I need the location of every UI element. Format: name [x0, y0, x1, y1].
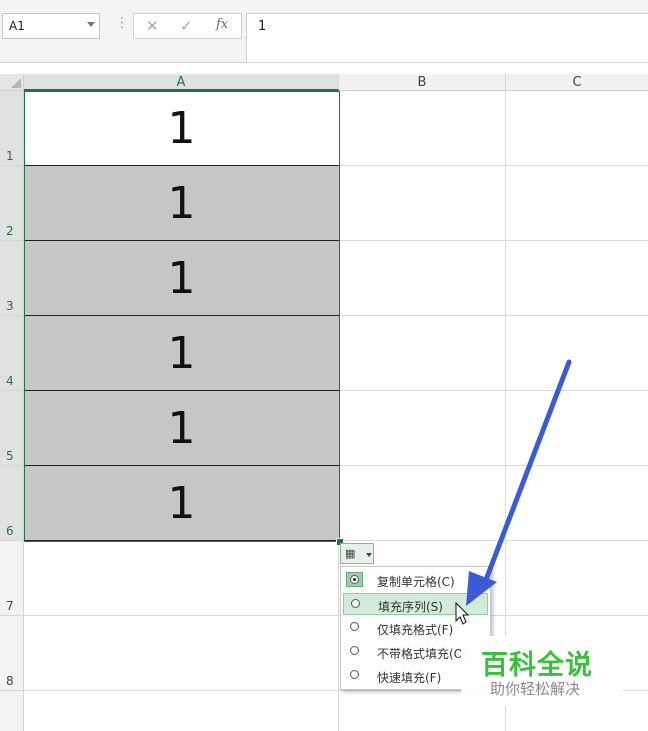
- chevron-down-icon: [366, 553, 372, 557]
- select-all-button[interactable]: [0, 74, 24, 91]
- cell-c5[interactable]: [506, 391, 648, 466]
- cell-a9[interactable]: [24, 691, 339, 731]
- radio-selected-box: [346, 572, 363, 587]
- row-header-3[interactable]: 3: [0, 241, 24, 316]
- cell-b1[interactable]: [339, 91, 506, 166]
- cell-a6[interactable]: 1: [24, 466, 339, 541]
- menu-item-label: 复制单元格(C): [377, 575, 455, 589]
- cell-b6[interactable]: [339, 466, 506, 541]
- row-header-7[interactable]: 7: [0, 541, 24, 616]
- radio-icon: [350, 622, 359, 631]
- row-header-8[interactable]: 8: [0, 616, 24, 691]
- auto-fill-icon: ▦: [345, 547, 356, 560]
- watermark-title: 百科全说: [481, 650, 593, 681]
- cell-a8[interactable]: [24, 616, 339, 691]
- cell-b3[interactable]: [339, 241, 506, 316]
- cell-c4[interactable]: [506, 316, 648, 391]
- menu-item-label: 仅填充格式(F): [377, 623, 454, 637]
- column-header-a[interactable]: A: [24, 74, 339, 91]
- menu-item-copy-cells[interactable]: 复制单元格(C): [343, 569, 488, 591]
- cell-c1[interactable]: [506, 91, 648, 166]
- formula-bar-area: A1 ⋮ ✕ ✓ fx 1: [0, 0, 648, 63]
- cell-a7[interactable]: [24, 541, 339, 616]
- cell-a3[interactable]: 1: [24, 241, 339, 316]
- radio-selected-icon: [350, 575, 359, 584]
- formula-input[interactable]: 1: [246, 13, 648, 62]
- menu-item-fill-series[interactable]: 填充序列(S): [343, 593, 488, 615]
- row-header-6[interactable]: 6: [0, 466, 24, 541]
- column-header-c[interactable]: C: [506, 74, 648, 91]
- cell-a4[interactable]: 1: [24, 316, 339, 391]
- formula-value: 1: [258, 19, 267, 34]
- auto-fill-options-button[interactable]: ▦: [340, 543, 374, 564]
- cell-c6[interactable]: [506, 466, 648, 541]
- cell-a2[interactable]: 1: [24, 166, 339, 241]
- row-header-5[interactable]: 5: [0, 391, 24, 466]
- more-vertical-icon[interactable]: ⋮: [115, 16, 129, 30]
- watermark: 百科全说 助你轻松解决: [461, 636, 623, 706]
- menu-item-label: 填充序列(S): [378, 600, 443, 614]
- row-header-4[interactable]: 4: [0, 316, 24, 391]
- cell-b2[interactable]: [339, 166, 506, 241]
- name-box-value: A1: [9, 19, 25, 33]
- cell-b4[interactable]: [339, 316, 506, 391]
- cell-b5[interactable]: [339, 391, 506, 466]
- chevron-down-icon[interactable]: [87, 22, 95, 27]
- row-header-2[interactable]: 2: [0, 166, 24, 241]
- cell-a1[interactable]: 1: [24, 91, 339, 166]
- row-header-9[interactable]: [0, 691, 24, 731]
- watermark-subtitle: 助你轻松解决: [490, 680, 581, 698]
- cell-a5[interactable]: 1: [24, 391, 339, 466]
- menu-item-label: 不带格式填充(O): [377, 647, 468, 661]
- cancel-icon[interactable]: ✕: [146, 17, 159, 35]
- cell-c7[interactable]: [506, 541, 648, 616]
- radio-icon: [350, 646, 359, 655]
- formula-buttons: ✕ ✓ fx: [133, 13, 242, 39]
- radio-icon: [351, 599, 360, 608]
- menu-item-label: 快速填充(F): [377, 671, 442, 685]
- cell-c2[interactable]: [506, 166, 648, 241]
- radio-icon: [350, 670, 359, 679]
- name-box[interactable]: A1: [2, 13, 100, 39]
- insert-function-button[interactable]: fx: [216, 17, 228, 32]
- enter-check-icon[interactable]: ✓: [180, 17, 193, 35]
- row-header-1[interactable]: 1: [0, 91, 24, 166]
- select-all-triangle-icon: [11, 78, 21, 88]
- cell-c3[interactable]: [506, 241, 648, 316]
- column-header-b[interactable]: B: [339, 74, 506, 91]
